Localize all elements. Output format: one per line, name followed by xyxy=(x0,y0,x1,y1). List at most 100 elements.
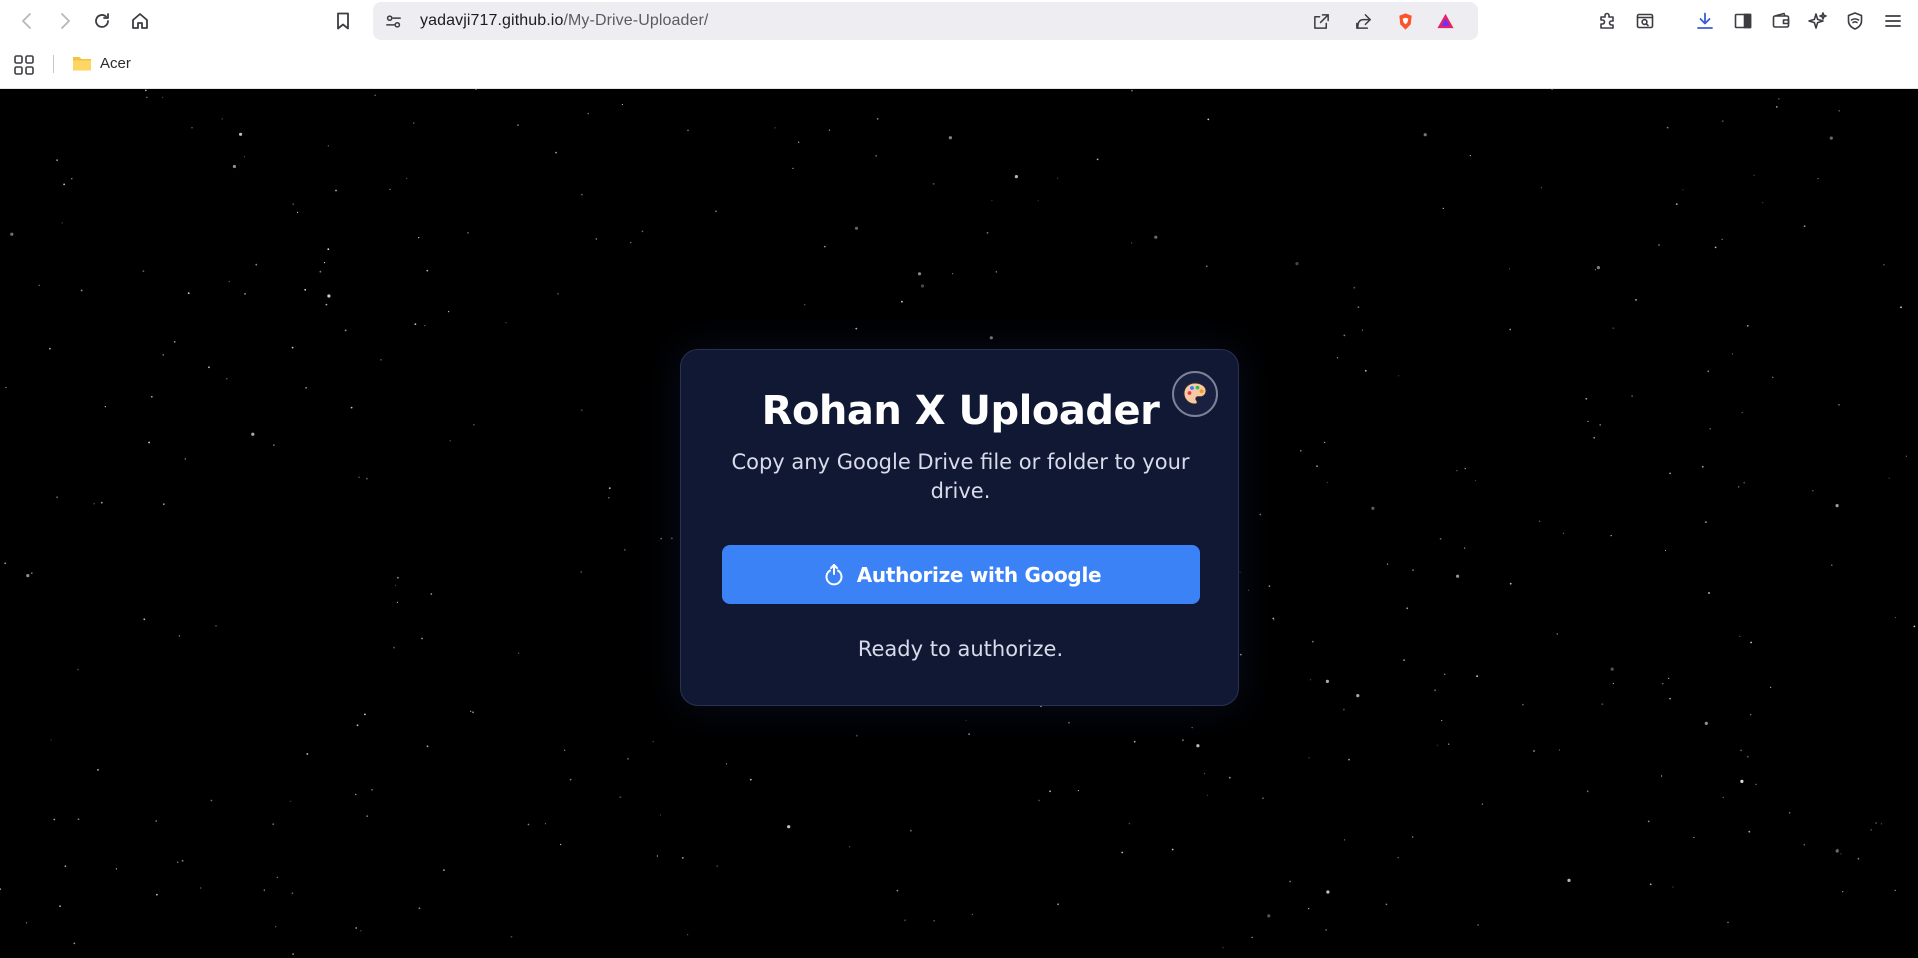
downloads-icon[interactable] xyxy=(1692,8,1718,34)
star xyxy=(371,788,373,791)
star xyxy=(1509,328,1512,331)
star xyxy=(394,584,397,586)
authorize-google-button[interactable]: Authorize with Google xyxy=(722,545,1200,604)
share-icon[interactable] xyxy=(1351,9,1375,33)
star xyxy=(1875,822,1877,824)
star xyxy=(184,458,186,460)
site-settings-icon[interactable] xyxy=(381,9,405,33)
star xyxy=(61,222,63,224)
star xyxy=(148,441,151,444)
bookmark-folder-acer[interactable]: Acer xyxy=(72,54,131,72)
address-bar[interactable]: yadavji717.github.io/My-Drive-Uploader/ xyxy=(373,2,1478,40)
star xyxy=(560,843,562,846)
star xyxy=(232,164,236,169)
star xyxy=(1913,625,1916,628)
star xyxy=(156,893,158,896)
home-icon[interactable] xyxy=(127,8,153,34)
star xyxy=(823,245,826,248)
star xyxy=(1403,659,1405,661)
star xyxy=(624,549,626,551)
star xyxy=(243,156,246,158)
star xyxy=(1326,481,1328,484)
star xyxy=(580,409,583,412)
star xyxy=(904,919,906,922)
star xyxy=(226,378,228,380)
sidebar-icon[interactable] xyxy=(1730,8,1756,34)
star xyxy=(1469,155,1471,157)
star xyxy=(1121,851,1124,854)
star xyxy=(1336,357,1339,359)
apps-grid-icon[interactable] xyxy=(12,53,36,77)
star xyxy=(115,868,117,870)
star xyxy=(968,733,970,735)
extensions-icon[interactable] xyxy=(1594,8,1620,34)
sign-in-icon xyxy=(825,563,843,585)
star xyxy=(855,734,858,737)
star xyxy=(1348,758,1350,761)
star xyxy=(191,127,193,129)
star xyxy=(1721,238,1723,240)
star xyxy=(608,487,611,489)
forward-icon[interactable] xyxy=(52,8,78,34)
star xyxy=(1251,936,1253,939)
bookmark-icon[interactable] xyxy=(330,8,356,34)
star xyxy=(1883,264,1885,266)
star xyxy=(1442,207,1444,209)
star xyxy=(1228,776,1231,779)
brave-rewards-icon[interactable] xyxy=(1433,9,1457,33)
star xyxy=(580,571,583,573)
star xyxy=(366,477,368,480)
star xyxy=(304,288,307,291)
star xyxy=(144,89,147,92)
tab-search-icon[interactable] xyxy=(1632,8,1658,34)
star xyxy=(1357,306,1360,309)
open-in-app-icon[interactable] xyxy=(1309,9,1333,33)
star xyxy=(63,183,65,186)
vpn-icon[interactable] xyxy=(1842,8,1868,34)
star xyxy=(162,354,165,356)
star xyxy=(920,284,925,288)
star xyxy=(1133,740,1136,743)
star xyxy=(155,820,158,822)
star xyxy=(1837,848,1839,850)
browser-chrome: yadavji717.github.io/My-Drive-Uploader/ xyxy=(0,0,1918,89)
reload-icon[interactable] xyxy=(89,8,115,34)
star xyxy=(1239,571,1241,573)
star xyxy=(25,922,28,924)
star xyxy=(1842,891,1844,893)
star xyxy=(1631,395,1633,397)
url-text: yadavji717.github.io/My-Drive-Uploader/ xyxy=(420,12,708,30)
star xyxy=(0,888,1,890)
star xyxy=(1508,268,1511,270)
star xyxy=(1268,585,1271,588)
star xyxy=(1740,779,1744,784)
wallet-icon[interactable] xyxy=(1768,8,1794,34)
star xyxy=(517,124,519,126)
star xyxy=(1439,537,1442,540)
star xyxy=(4,562,7,565)
star xyxy=(1434,689,1436,692)
menu-icon[interactable] xyxy=(1880,8,1906,34)
star xyxy=(1812,490,1814,492)
star xyxy=(569,778,572,781)
star xyxy=(327,294,331,298)
star xyxy=(146,96,148,98)
star xyxy=(1708,592,1710,594)
star xyxy=(1900,306,1902,309)
back-icon[interactable] xyxy=(14,8,40,34)
star xyxy=(49,347,51,350)
star xyxy=(1522,703,1524,706)
star xyxy=(1669,697,1671,700)
star xyxy=(971,913,974,916)
star xyxy=(1649,883,1652,886)
star xyxy=(1312,640,1314,643)
leo-ai-icon[interactable] xyxy=(1805,8,1831,34)
star xyxy=(1456,470,1458,472)
star xyxy=(1738,486,1740,488)
star xyxy=(1477,924,1479,926)
star xyxy=(1905,455,1907,457)
star xyxy=(641,230,644,233)
star xyxy=(608,497,610,499)
star xyxy=(297,211,299,213)
brave-shields-icon[interactable] xyxy=(1393,9,1417,33)
